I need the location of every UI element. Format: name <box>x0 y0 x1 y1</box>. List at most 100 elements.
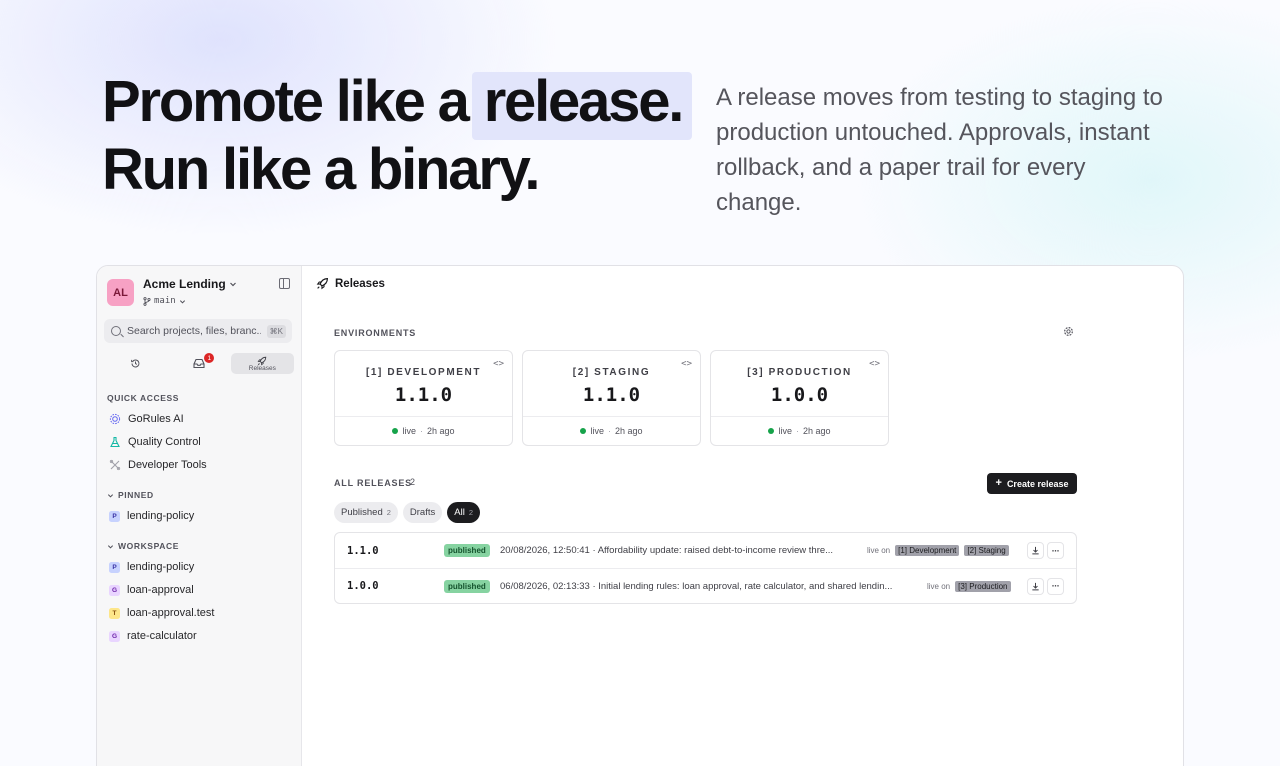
search-icon <box>111 326 121 336</box>
nav-item-gorules-ai[interactable]: GoRules AI <box>109 413 184 425</box>
tools-icon <box>109 459 121 471</box>
graph-icon: G <box>109 630 120 642</box>
page-title: Releases <box>335 277 385 290</box>
download-icon <box>1032 582 1039 590</box>
workspace-switcher[interactable]: AL Acme Lending main <box>107 277 237 306</box>
env-status: live · 2h ago <box>523 416 700 445</box>
chevron-down-icon <box>179 299 185 304</box>
nav-item-quality-control[interactable]: Quality Control <box>109 436 201 448</box>
hero-title-line-2: Run like a binary. <box>102 137 541 202</box>
env-version: 1.1.0 <box>582 384 641 406</box>
sidebar-tabs: 1 Releases <box>104 353 294 374</box>
branch-selector[interactable]: main <box>143 296 237 306</box>
table-row[interactable]: 1.1.0 published 20/08/2026, 12:50:41 · A… <box>335 533 1076 568</box>
history-icon <box>131 359 140 368</box>
gear-icon[interactable] <box>1063 326 1074 337</box>
table-row[interactable]: 1.0.0 published 06/08/2026, 02:13:33 · I… <box>335 568 1076 603</box>
create-release-button[interactable]: + Create release <box>987 473 1077 494</box>
nav-item-developer-tools[interactable]: Developer Tools <box>109 459 207 471</box>
chevron-down-icon <box>229 282 236 287</box>
sidebar: AL Acme Lending main ⌘K <box>97 266 302 766</box>
workspace-name: Acme Lending <box>143 277 226 291</box>
flask-icon <box>110 436 120 448</box>
download-button[interactable] <box>1027 577 1044 595</box>
chevron-down-icon <box>107 544 114 549</box>
hero-subtitle: A release moves from testing to staging … <box>716 84 1163 216</box>
ellipsis-icon: ··· <box>1051 581 1060 591</box>
tab-releases[interactable]: Releases <box>230 353 294 374</box>
env-status: live · 2h ago <box>335 416 512 445</box>
env-name: [1] DEVELOPMENT <box>365 367 482 378</box>
filter-published[interactable]: Published 2 <box>334 502 398 523</box>
download-icon <box>1032 546 1039 555</box>
git-branch-icon <box>143 296 151 306</box>
more-options-button[interactable]: ··· <box>1047 542 1064 559</box>
env-tag: [3] Production <box>955 580 1011 592</box>
release-version: 1.0.0 <box>347 580 379 592</box>
workspace-heading[interactable]: WORKSPACE <box>107 541 179 551</box>
release-filters: Published 2 Drafts All 2 <box>334 502 480 523</box>
tab-releases-label: Releases <box>248 364 276 372</box>
env-card-staging[interactable]: <> [2] STAGING 1.1.0 live · 2h ago <box>522 350 701 446</box>
filter-drafts[interactable]: Drafts <box>402 502 443 523</box>
live-dot-icon <box>392 428 399 434</box>
filter-all[interactable]: All 2 <box>447 502 480 523</box>
download-button[interactable] <box>1027 542 1044 559</box>
env-card-production[interactable]: <> [3] PRODUCTION 1.0.0 live · 2h ago <box>710 350 889 446</box>
releases-table: 1.1.0 published 20/08/2026, 12:50:41 · A… <box>334 532 1077 604</box>
search-shortcut: ⌘K <box>266 324 286 338</box>
env-name: [3] PRODUCTION <box>747 367 852 378</box>
live-on-environments: live on [3] Production <box>927 580 1011 592</box>
live-dot-icon <box>768 428 775 434</box>
test-icon: T <box>109 607 120 619</box>
env-version: 1.1.0 <box>394 384 453 406</box>
ellipsis-icon: ··· <box>1051 545 1060 556</box>
hero-title-line-1: Promote like a release. <box>102 72 693 140</box>
tab-history[interactable] <box>104 353 167 374</box>
status-badge: published <box>444 544 490 557</box>
release-description: 06/08/2026, 02:13:33 · Initial lending r… <box>500 580 893 592</box>
env-version: 1.0.0 <box>770 384 829 406</box>
rocket-icon <box>316 278 328 290</box>
env-tag: [1] Development <box>895 545 960 556</box>
search-input[interactable] <box>127 325 261 337</box>
release-description: 20/08/2026, 12:50:41 · Affordability upd… <box>500 545 834 556</box>
env-card-development[interactable]: <> [1] DEVELOPMENT 1.1.0 live · 2h ago <box>334 350 513 446</box>
notification-badge: 1 <box>204 353 215 363</box>
hero-title-highlight: release. <box>471 72 693 140</box>
pinned-heading[interactable]: PINNED <box>107 490 154 500</box>
release-version: 1.1.0 <box>347 544 379 557</box>
branch-name: main <box>154 296 176 306</box>
policy-icon: P <box>109 561 120 573</box>
live-on-environments: live on [1] Development [2] Staging <box>867 545 1009 556</box>
sidebar-collapse-icon[interactable] <box>279 278 290 289</box>
all-releases-heading: ALL RELEASES <box>334 478 412 488</box>
page-header: Releases <box>316 277 385 290</box>
main-panel: Releases ENVIRONMENTS <> [1] DEVELOPMENT… <box>302 266 1183 766</box>
all-releases-count: 2 <box>410 477 416 487</box>
plus-icon: + <box>995 477 1002 489</box>
search-bar[interactable]: ⌘K <box>104 319 292 343</box>
pinned-item-lending-policy[interactable]: P lending-policy <box>109 510 194 522</box>
workspace-item-lending-policy[interactable]: P lending-policy <box>109 561 194 573</box>
workspace-avatar: AL <box>107 279 134 306</box>
chevron-down-icon <box>107 493 114 498</box>
workspace-item-loan-approval[interactable]: G loan-approval <box>109 584 194 596</box>
graph-icon: G <box>109 584 120 596</box>
status-badge: published <box>444 579 490 593</box>
hero-title: Promote like a release. Run like a binary… <box>102 72 693 202</box>
tab-inbox[interactable]: 1 <box>167 353 230 374</box>
ai-icon <box>109 413 121 425</box>
more-options-button[interactable]: ··· <box>1047 577 1064 595</box>
app-window: AL Acme Lending main ⌘K <box>96 265 1184 766</box>
policy-icon: P <box>109 510 120 522</box>
quick-access-heading: QUICK ACCESS <box>107 393 180 403</box>
environments-heading: ENVIRONMENTS <box>334 328 417 338</box>
workspace-item-rate-calculator[interactable]: G rate-calculator <box>109 630 197 642</box>
workspace-item-loan-approval-test[interactable]: T loan-approval.test <box>109 607 214 619</box>
env-status: live · 2h ago <box>711 416 888 445</box>
live-dot-icon <box>580 428 587 434</box>
env-tag: [2] Staging <box>964 545 1009 556</box>
env-name: [2] STAGING <box>572 367 651 378</box>
inbox-icon <box>193 358 205 369</box>
